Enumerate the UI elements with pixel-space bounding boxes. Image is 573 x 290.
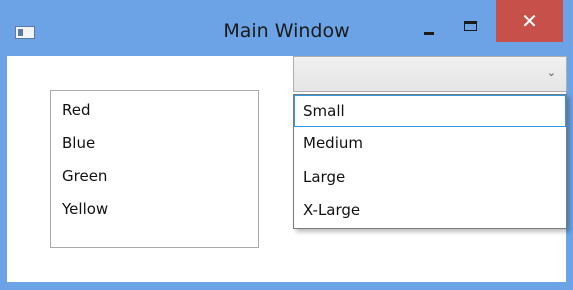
list-item-yellow[interactable]: Yellow — [62, 200, 108, 218]
list-item-red[interactable]: Red — [62, 101, 91, 119]
close-button[interactable]: ✕ — [496, 0, 563, 42]
client-area: Red Blue Green Yellow ⌄ Small Medium Lar… — [7, 56, 567, 282]
dropdown-option-x-large[interactable]: X-Large — [294, 195, 566, 227]
title-bar[interactable]: Main Window ✕ — [0, 0, 573, 56]
window-title: Main Window — [223, 20, 350, 42]
dropdown-option-medium[interactable]: Medium — [294, 128, 566, 160]
maximize-button[interactable] — [456, 13, 486, 41]
color-listbox[interactable]: Red Blue Green Yellow — [50, 90, 259, 248]
dropdown-option-large[interactable]: Large — [294, 162, 566, 194]
chevron-down-icon[interactable]: ⌄ — [547, 66, 556, 79]
list-item-blue[interactable]: Blue — [62, 134, 95, 152]
size-combobox[interactable]: ⌄ — [293, 56, 567, 92]
minimize-button[interactable] — [414, 13, 444, 41]
list-item-green[interactable]: Green — [62, 167, 107, 185]
main-window: Main Window ✕ Red Blue Green Yellow ⌄ Sm… — [0, 0, 573, 290]
size-dropdown-list: Small Medium Large X-Large — [293, 94, 567, 229]
close-icon: ✕ — [521, 9, 538, 33]
dropdown-option-small[interactable]: Small — [294, 95, 566, 127]
